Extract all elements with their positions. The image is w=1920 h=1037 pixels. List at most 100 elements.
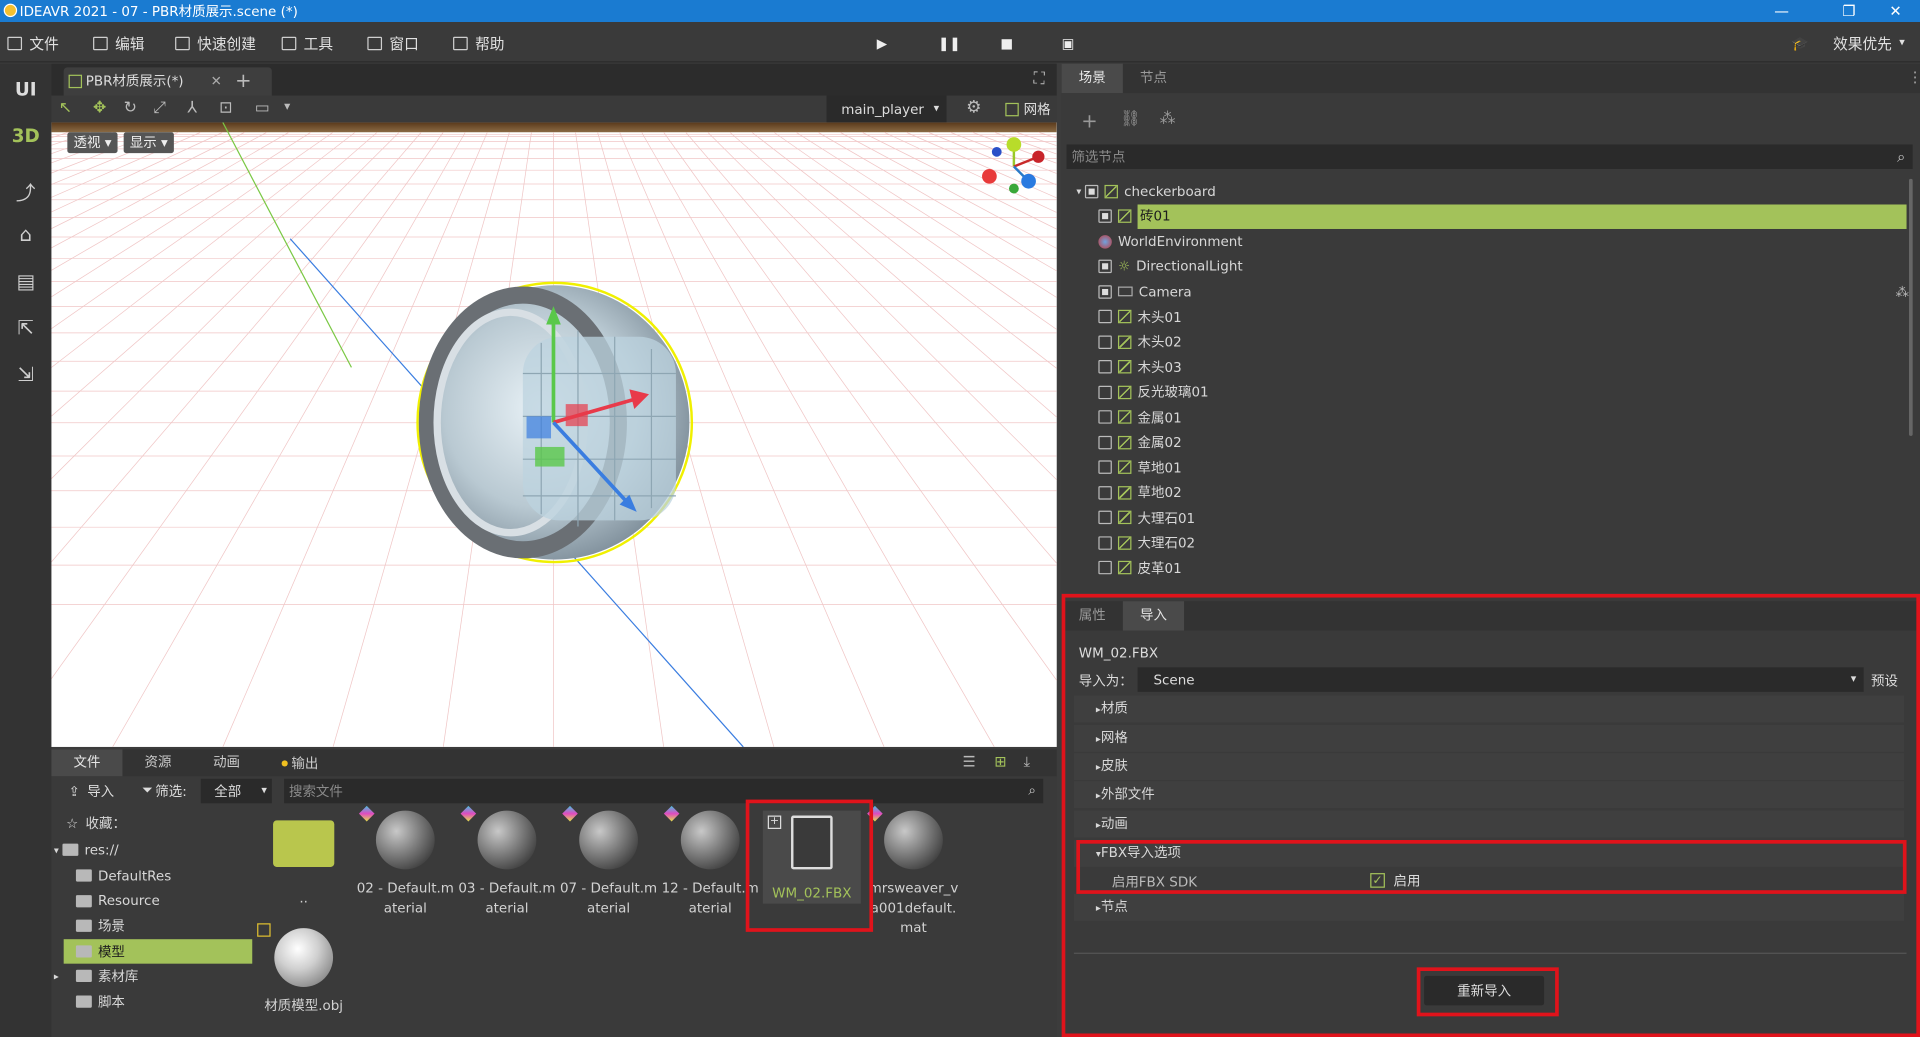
tab-node[interactable]: 节点 [1123, 64, 1184, 93]
scene-tree-item[interactable]: 金属01 [1071, 405, 1916, 429]
fullscreen-icon[interactable]: ⛶ [1033, 70, 1044, 88]
folder-item[interactable]: 脚本 [64, 989, 253, 1013]
file-item[interactable]: mrsweaver_va001default.mat [864, 805, 962, 938]
file-search-input[interactable]: 搜索文件 ⌕ [284, 778, 1044, 804]
graduation-cap-icon[interactable]: 🎓 [1791, 36, 1808, 52]
favorites-item[interactable]: ☆ 收藏： [66, 811, 126, 835]
visibility-checkbox[interactable] [1098, 259, 1112, 274]
tab-output[interactable]: 输出 [281, 749, 318, 776]
tab-animation[interactable]: 动画 [196, 749, 257, 776]
grid-toggle[interactable]: 网格 [1005, 99, 1051, 119]
scene-tree-item[interactable]: WorldEnvironment [1071, 229, 1916, 253]
visibility-checkbox[interactable] [1098, 485, 1112, 499]
scene-tree-item[interactable]: ☼ DirectionalLight [1071, 254, 1916, 278]
file-item[interactable]: 材质模型.obj [255, 923, 353, 1016]
menu-tools[interactable]: 工具 [281, 32, 333, 54]
chevron-down-icon[interactable]: ▾ [1076, 186, 1081, 197]
scene-tree-item[interactable]: Camera ⁂ [1071, 279, 1916, 303]
visibility-checkbox[interactable] [1098, 560, 1112, 575]
minimize-icon[interactable]: — [1757, 0, 1806, 22]
play-scene-icon[interactable]: ▣ [1062, 36, 1075, 52]
download-icon[interactable]: ⤓ [1024, 753, 1031, 771]
path-icon[interactable]: ⤴ [11, 176, 40, 204]
more-options-icon[interactable]: ⋮ [1908, 69, 1920, 86]
3d-mode-button[interactable]: 3D [11, 125, 40, 152]
menu-edit[interactable]: 编辑 [93, 32, 145, 54]
visibility-checkbox[interactable] [1098, 334, 1112, 349]
export-icon[interactable]: ⇱ [11, 316, 40, 343]
tab-scene[interactable]: 场景 [1061, 63, 1123, 94]
menu-help[interactable]: 帮助 [453, 32, 505, 54]
menu-file[interactable]: 文件 [7, 32, 59, 54]
scene-tree-item[interactable]: 草地02 [1071, 480, 1916, 504]
visibility-checkbox[interactable] [1084, 184, 1099, 198]
quality-select[interactable]: 效果优先 ▾ [1833, 32, 1905, 54]
scene-tree-item[interactable]: 大理石01 [1071, 505, 1916, 529]
cards-icon[interactable]: ▤ [11, 269, 40, 296]
visibility-checkbox[interactable] [1098, 460, 1112, 474]
restore-icon[interactable]: ❐ [1825, 0, 1874, 22]
scene-tree-item[interactable]: 木头02 [1071, 329, 1916, 353]
display-button[interactable]: 显示 ▾ [123, 132, 174, 154]
pause-icon[interactable]: ❚❚ [938, 36, 961, 52]
filter-select[interactable]: 全部 ▾ [200, 778, 272, 804]
grid-view-icon[interactable]: ⊞ [994, 753, 1006, 770]
visibility-checkbox[interactable] [1098, 284, 1112, 299]
view-mode-button[interactable]: 透视 ▾ [67, 132, 118, 154]
instance-icon[interactable]: ⁂ [1160, 110, 1176, 128]
root-item[interactable]: ▾ res:// [54, 838, 119, 862]
close-icon[interactable]: ✕ [1871, 0, 1920, 22]
player-select[interactable]: main_player ▾ [826, 95, 947, 123]
file-item[interactable]: 03 - Default.material [458, 805, 556, 919]
settings-gear-icon[interactable]: ⚙ [966, 98, 981, 118]
3d-viewport[interactable]: 透视 ▾ 显示 ▾ [51, 122, 1057, 747]
close-tab-icon[interactable]: ✕ [211, 67, 222, 95]
file-item[interactable]: 02 - Default.material [356, 805, 454, 919]
scene-tree-scrollbar[interactable] [1908, 178, 1913, 436]
visibility-checkbox[interactable] [1098, 209, 1112, 223]
layout-dropdown-icon[interactable]: ▾ [284, 100, 290, 113]
add-node-icon[interactable]: + [1081, 109, 1097, 132]
axis-tool-icon[interactable]: ⅄ [187, 99, 197, 117]
scene-tree-item[interactable]: 木头03 [1071, 354, 1916, 378]
add-tab-icon[interactable]: + [235, 69, 251, 92]
ui-mode-button[interactable]: UI [11, 78, 40, 105]
visibility-checkbox[interactable] [1098, 385, 1112, 399]
store-icon[interactable]: ⌂ [11, 223, 40, 250]
select-tool-icon[interactable]: ↖ [59, 99, 72, 117]
file-item[interactable]: .. [255, 811, 353, 909]
folder-item[interactable]: 场景 [64, 913, 253, 937]
tab-files[interactable]: 文件 [51, 749, 123, 777]
folder-item[interactable]: DefaultRes [64, 863, 253, 887]
folder-item[interactable]: Resource [64, 888, 253, 912]
node-filter-input[interactable]: 筛选节点 ⌕ [1066, 144, 1913, 169]
instance-icon[interactable]: ⁂ [1896, 283, 1909, 299]
stop-icon[interactable]: ■ [1000, 36, 1013, 52]
list-view-icon[interactable]: ☰ [962, 753, 975, 770]
scene-tree-item[interactable]: 木头01 [1071, 304, 1916, 328]
import-icon[interactable]: ⇲ [11, 362, 40, 389]
rotate-tool-icon[interactable]: ↻ [124, 99, 137, 117]
scene-tree-item[interactable]: ▾ checkerboard [1071, 179, 1916, 203]
scene-tree-item[interactable]: 金属02 [1071, 430, 1916, 454]
visibility-checkbox[interactable] [1098, 360, 1112, 374]
scene-tree-item[interactable]: 砖01 [1071, 203, 1916, 229]
folder-item[interactable]: ▸ 素材库 [54, 964, 253, 988]
visibility-checkbox[interactable] [1098, 309, 1112, 324]
move-tool-icon[interactable]: ✥ [93, 99, 106, 117]
scene-tree-item[interactable]: 草地01 [1071, 455, 1916, 479]
folder-item[interactable]: 模型 [63, 938, 253, 964]
file-item[interactable]: 07 - Default.material [560, 805, 658, 919]
visibility-checkbox[interactable] [1098, 410, 1112, 424]
visibility-checkbox[interactable] [1098, 510, 1112, 525]
import-button[interactable]: ⇪ 导入 [69, 781, 115, 801]
tab-resources[interactable]: 资源 [127, 749, 188, 776]
scene-tree-item[interactable]: 大理石02 [1071, 530, 1916, 554]
chevron-right-icon[interactable]: ▸ [54, 970, 59, 981]
scene-tree-item[interactable]: 皮革01 [1071, 555, 1916, 579]
link-icon[interactable]: ⛓ [1120, 110, 1140, 128]
play-icon[interactable]: ▶ [877, 36, 887, 52]
visibility-checkbox[interactable] [1098, 435, 1112, 449]
layout-tool-icon[interactable]: ▭ [255, 99, 270, 117]
visibility-checkbox[interactable] [1098, 535, 1112, 550]
